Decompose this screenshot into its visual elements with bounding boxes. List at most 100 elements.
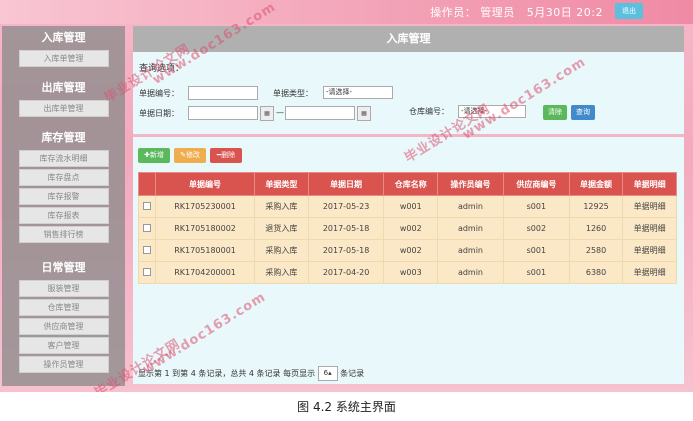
edit-button[interactable]: ✎修改 <box>174 148 206 163</box>
sidebar-item-sales-ranking[interactable]: 销售排行榜 <box>18 226 109 243</box>
table-cell: RK1704200001 <box>154 261 256 284</box>
table-cell: 采购入库 <box>254 261 309 284</box>
bill-date-label: 单据日期： <box>139 109 179 118</box>
date-end-input[interactable] <box>285 106 355 120</box>
top-bar: 操作员： 管理员 5月30日 20:2 退出 <box>0 0 693 24</box>
clear-button[interactable]: 清除 <box>543 105 567 120</box>
sidebar-item-clothing[interactable]: 服装管理 <box>18 280 109 297</box>
detail-link[interactable]: 单据明细 <box>622 217 677 240</box>
calendar-icon[interactable]: ▦ <box>260 106 274 121</box>
inbound-bill-table: 单据编号 单据类型 单据日期 仓库名称 操作员编号 供应商编号 单据金额 单据明… <box>138 172 677 284</box>
page-size-select[interactable]: 6▴ <box>317 366 338 381</box>
bill-type-select[interactable]: -请选择- <box>323 86 393 99</box>
table-row[interactable]: RK1705230001 采购入库 2017-05-23 w001 admin … <box>138 195 677 218</box>
table-cell: 2580 <box>568 239 624 262</box>
row-checkbox[interactable] <box>143 201 151 210</box>
delete-label: 删除 <box>221 151 236 159</box>
sidebar-section-inbound: 入库管理 入库单管理 <box>2 28 125 69</box>
table-cell: admin <box>437 261 504 284</box>
table-cell: 2017-05-23 <box>307 195 385 218</box>
sidebar-item-outbound-bill[interactable]: 出库单管理 <box>18 100 109 117</box>
bill-no-input[interactable] <box>188 86 258 100</box>
detail-link[interactable]: 单据明细 <box>622 261 677 284</box>
bill-no-label: 单据编号： <box>139 89 179 98</box>
table-cell: w001 <box>383 195 439 218</box>
table-cell: admin <box>437 239 504 262</box>
date-separator: — <box>276 108 284 117</box>
table-cell: s001 <box>502 239 570 262</box>
pagination-text: 显示第 1 到第 4 条记录，总共 4 条记录 每页显示 <box>138 369 316 378</box>
bill-type-selected: -请选择- <box>326 88 353 96</box>
table-cell: 1260 <box>568 217 624 240</box>
add-button[interactable]: ✚新增 <box>138 148 170 163</box>
detail-link[interactable]: 单据明细 <box>622 195 677 218</box>
calendar-icon[interactable]: ▦ <box>357 106 371 121</box>
table-cell: s001 <box>502 195 570 218</box>
row-checkbox[interactable] <box>143 245 151 254</box>
row-checkbox-cell[interactable] <box>138 217 156 240</box>
column-header: 单据明细 <box>622 172 677 196</box>
detail-link[interactable]: 单据明细 <box>622 239 677 262</box>
sidebar-item-operator[interactable]: 操作员管理 <box>18 356 109 373</box>
column-header: 单据编号 <box>154 172 256 196</box>
row-checkbox-cell[interactable] <box>138 195 156 218</box>
column-header: 仓库名称 <box>383 172 439 196</box>
table-cell: w003 <box>383 261 439 284</box>
divider <box>133 134 684 137</box>
column-header: 单据类型 <box>254 172 309 196</box>
table-cell: s001 <box>502 261 570 284</box>
sidebar-item-stock-alarm[interactable]: 库存报警 <box>18 188 109 205</box>
table-cell: 采购入库 <box>254 195 309 218</box>
row-checkbox-cell[interactable] <box>138 261 156 284</box>
page-size-value: 6 <box>323 369 329 377</box>
table-row[interactable]: RK1704200001 采购入库 2017-04-20 w003 admin … <box>138 261 677 284</box>
sidebar-item-stock-flow[interactable]: 库存流水明细 <box>18 150 109 167</box>
sidebar-item-stock-report[interactable]: 库存报表 <box>18 207 109 224</box>
table-cell: RK1705180001 <box>154 239 256 262</box>
column-header: 单据金额 <box>568 172 624 196</box>
row-checkbox[interactable] <box>143 223 151 232</box>
add-label: 新增 <box>149 151 164 159</box>
screenshot-frame: 操作员： 管理员 5月30日 20:2 退出 入库管理 入库单管理 出库管理 出… <box>0 0 693 392</box>
select-all-header <box>138 172 156 196</box>
sidebar: 入库管理 入库单管理 出库管理 出库单管理 库存管理 库存流水明细 库存盘点 库… <box>2 26 125 386</box>
date-start-input[interactable] <box>188 106 258 120</box>
sidebar-item-warehouse[interactable]: 仓库管理 <box>18 299 109 316</box>
row-checkbox-cell[interactable] <box>138 239 156 262</box>
table-cell: w002 <box>383 217 439 240</box>
sidebar-section-title: 入库管理 <box>41 31 86 44</box>
sidebar-item-stock-count[interactable]: 库存盘点 <box>18 169 109 186</box>
logout-button[interactable]: 退出 <box>615 3 643 19</box>
table-cell: 12925 <box>568 195 624 218</box>
warehouse-label: 仓库编号： <box>409 107 449 116</box>
table-header-row: 单据编号 单据类型 单据日期 仓库名称 操作员编号 供应商编号 单据金额 单据明… <box>138 172 677 196</box>
column-header: 单据日期 <box>307 172 385 196</box>
sidebar-section-stock: 库存管理 库存流水明细 库存盘点 库存报警 库存报表 销售排行榜 <box>2 128 125 245</box>
table-cell: 退货入库 <box>254 217 309 240</box>
column-header: 操作员编号 <box>437 172 504 196</box>
bill-type-label: 单据类型： <box>273 89 313 98</box>
pagination-info: 显示第 1 到第 4 条记录，总共 4 条记录 每页显示 6▴ 条记录 <box>138 366 364 381</box>
edit-label: 修改 <box>185 151 200 159</box>
table-row[interactable]: RK1705180001 采购入库 2017-05-18 w002 admin … <box>138 239 677 262</box>
figure-caption: 图 4.2 系统主界面 <box>297 400 396 414</box>
table-cell: RK1705180002 <box>154 217 256 240</box>
table-cell: RK1705230001 <box>154 195 256 218</box>
operator-info: 操作员： 管理员 5月30日 20:2 <box>430 4 603 20</box>
sidebar-item-inbound-bill[interactable]: 入库单管理 <box>18 50 109 67</box>
sidebar-section-title: 库存管理 <box>41 131 86 144</box>
operator-label: 操作员： 管理员 <box>430 6 515 19</box>
query-button[interactable]: 查询 <box>571 105 595 120</box>
sidebar-section-title: 日常管理 <box>41 261 86 274</box>
row-checkbox[interactable] <box>143 267 151 276</box>
table-cell: 2017-05-18 <box>307 239 385 262</box>
table-cell: 2017-05-18 <box>307 217 385 240</box>
sidebar-item-supplier[interactable]: 供应商管理 <box>18 318 109 335</box>
table-cell: s002 <box>502 217 570 240</box>
table-cell: admin <box>437 217 504 240</box>
sidebar-item-customer[interactable]: 客户管理 <box>18 337 109 354</box>
table-cell: 6380 <box>568 261 624 284</box>
delete-button[interactable]: ━删除 <box>210 148 242 163</box>
table-row[interactable]: RK1705180002 退货入库 2017-05-18 w002 admin … <box>138 217 677 240</box>
sidebar-section-daily: 日常管理 服装管理 仓库管理 供应商管理 客户管理 操作员管理 <box>2 258 125 375</box>
